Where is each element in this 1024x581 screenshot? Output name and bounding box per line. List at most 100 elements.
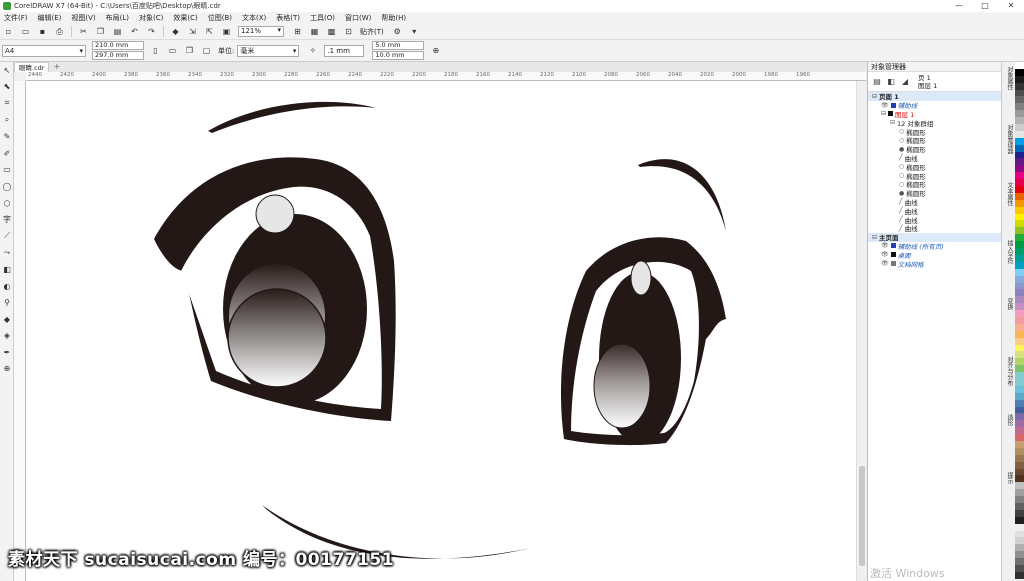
page-width-field[interactable]: 210.0 mm [92, 40, 144, 50]
side-tab[interactable]: 对齐与分布 [1005, 356, 1014, 410]
menu-layout[interactable]: 布局(L) [106, 13, 129, 23]
import-icon[interactable]: ⇲ [187, 26, 198, 37]
palette-swatch[interactable] [1015, 427, 1024, 435]
redo-icon[interactable]: ↷ [146, 26, 157, 37]
maximize-button[interactable]: □ [972, 0, 998, 12]
palette-swatch[interactable] [1015, 372, 1024, 379]
palette-swatch[interactable] [1015, 544, 1024, 552]
menu-file[interactable]: 文件(F) [4, 13, 28, 23]
palette-swatch[interactable] [1015, 89, 1024, 97]
tree-node-icon[interactable]: ○ [899, 137, 904, 144]
palette-swatch[interactable] [1015, 316, 1024, 324]
menu-object[interactable]: 对象(C) [139, 13, 163, 23]
rectangle-tool-icon[interactable]: ▭ [0, 162, 14, 179]
palette-swatch[interactable] [1015, 213, 1024, 221]
palette-swatch[interactable] [1015, 199, 1024, 207]
add-tool-icon[interactable]: ⊕ [0, 361, 14, 378]
palette-swatch[interactable] [1015, 117, 1024, 125]
tree-node-icon[interactable]: ╱ [899, 154, 903, 161]
palette-swatch[interactable] [1015, 482, 1024, 490]
palette-swatch[interactable] [1015, 96, 1024, 104]
palette-swatch[interactable] [1015, 282, 1024, 290]
palette-swatch[interactable] [1015, 268, 1024, 276]
menu-view[interactable]: 视图(V) [71, 13, 95, 23]
tree-node-icon[interactable]: ○ [899, 172, 904, 179]
palette-swatch[interactable] [1015, 192, 1024, 200]
palette-swatch[interactable] [1015, 124, 1024, 131]
tree-node-icon[interactable]: 👁 [881, 242, 889, 249]
shape-tool-icon[interactable]: ⬉ [0, 79, 14, 96]
palette-swatch[interactable] [1015, 413, 1024, 421]
palette-swatch[interactable] [1015, 378, 1024, 386]
palette-swatch[interactable] [1015, 62, 1024, 69]
tree-node-icon[interactable]: ○ [899, 163, 904, 170]
palette-swatch[interactable] [1015, 75, 1024, 83]
tree-item[interactable]: ╱ 曲线 [868, 154, 1001, 163]
smart-fill-icon[interactable]: ◈ [0, 328, 14, 345]
tree-node-icon[interactable]: ╱ [899, 225, 903, 232]
palette-swatch[interactable] [1015, 468, 1024, 476]
palette-swatch[interactable] [1015, 206, 1024, 214]
tree-item[interactable]: ● 椭圆形 [868, 145, 1001, 155]
open-icon[interactable]: ▭ [20, 26, 31, 37]
zoom-level-select[interactable]: 121% [238, 26, 284, 37]
snap-to-dropdown[interactable]: 贴齐(T) [360, 27, 384, 37]
palette-swatch[interactable] [1015, 130, 1024, 138]
palette-swatch[interactable] [1015, 158, 1024, 166]
menu-window[interactable]: 窗口(W) [345, 13, 371, 23]
tree-item[interactable]: 👁 辅助线 (所有页) [868, 242, 1001, 251]
palette-swatch[interactable] [1015, 68, 1024, 76]
palette-swatch[interactable] [1015, 179, 1024, 187]
palette-swatch[interactable] [1015, 475, 1024, 483]
tree-node-icon[interactable]: ○ [899, 128, 904, 135]
portrait-icon[interactable]: ▯ [150, 45, 161, 56]
full-screen-icon[interactable]: ⊞ [292, 26, 303, 37]
tree-node-icon[interactable]: ○ [899, 181, 904, 188]
tree-item[interactable]: ● 椭圆形 [868, 189, 1001, 199]
tree-item[interactable]: ╱ 曲线 [868, 206, 1001, 216]
palette-swatch[interactable] [1015, 275, 1024, 283]
palette-swatch[interactable] [1015, 420, 1024, 428]
export-icon[interactable]: ⇱ [204, 26, 215, 37]
parallel-dimension-icon[interactable]: ⟋ [0, 228, 14, 245]
tree-item[interactable]: ○ 椭圆形 [868, 180, 1001, 190]
palette-swatch[interactable] [1015, 186, 1024, 193]
interactive-fill-icon[interactable]: ◆ [0, 311, 14, 328]
tree-node-icon[interactable]: ╱ [899, 216, 903, 223]
pick-tool-icon[interactable]: ↖ [0, 62, 14, 79]
polygon-tool-icon[interactable]: ⬡ [0, 195, 14, 212]
new-icon[interactable]: ▫ [3, 26, 14, 37]
vertical-ruler[interactable] [14, 81, 26, 581]
tree-item[interactable]: ⊟ 页面 1 [868, 92, 1001, 101]
tree-node-icon[interactable]: ╱ [899, 198, 903, 205]
palette-swatch[interactable] [1015, 537, 1024, 545]
side-tab[interactable]: 对象属性 [1005, 66, 1014, 120]
palette-swatch[interactable] [1015, 82, 1024, 90]
new-tab-button[interactable]: + [53, 62, 60, 72]
text-tool-icon[interactable]: 字 [0, 211, 14, 228]
tree-node-icon[interactable]: ⊟ [872, 93, 877, 100]
nudge-distance-field[interactable]: .1 mm [324, 44, 365, 57]
copy-icon[interactable]: ❐ [95, 26, 106, 37]
palette-swatch[interactable] [1015, 399, 1024, 407]
tree-item[interactable]: 👁 文档网格 [868, 259, 1001, 269]
landscape-icon[interactable]: ▭ [167, 45, 178, 56]
palette-swatch[interactable] [1015, 172, 1024, 180]
add-page-icon[interactable]: ⊕ [430, 45, 441, 56]
tree-item[interactable]: ╱ 曲线 [868, 215, 1001, 225]
show-properties-icon[interactable]: ▤ [872, 77, 882, 87]
tree-item[interactable]: 👁 辅助线 [868, 101, 1001, 111]
side-tab[interactable]: 插入字符 [1005, 240, 1014, 294]
tree-item[interactable]: ○ 椭圆形 [868, 171, 1001, 181]
palette-swatch[interactable] [1015, 558, 1024, 566]
palette-swatch[interactable] [1015, 496, 1024, 503]
duplicate-x-field[interactable]: 5.0 mm [372, 40, 425, 50]
menu-edit[interactable]: 编辑(E) [38, 13, 62, 23]
cut-icon[interactable]: ✂ [78, 26, 89, 37]
page-size-select[interactable]: A4 [2, 44, 86, 57]
palette-swatch[interactable] [1015, 434, 1024, 441]
side-tab[interactable]: 文本属性 [1005, 182, 1014, 236]
tree-node-icon[interactable]: ╱ [899, 207, 903, 214]
menu-effects[interactable]: 效果(C) [173, 13, 197, 23]
menu-table[interactable]: 表格(T) [276, 13, 300, 23]
